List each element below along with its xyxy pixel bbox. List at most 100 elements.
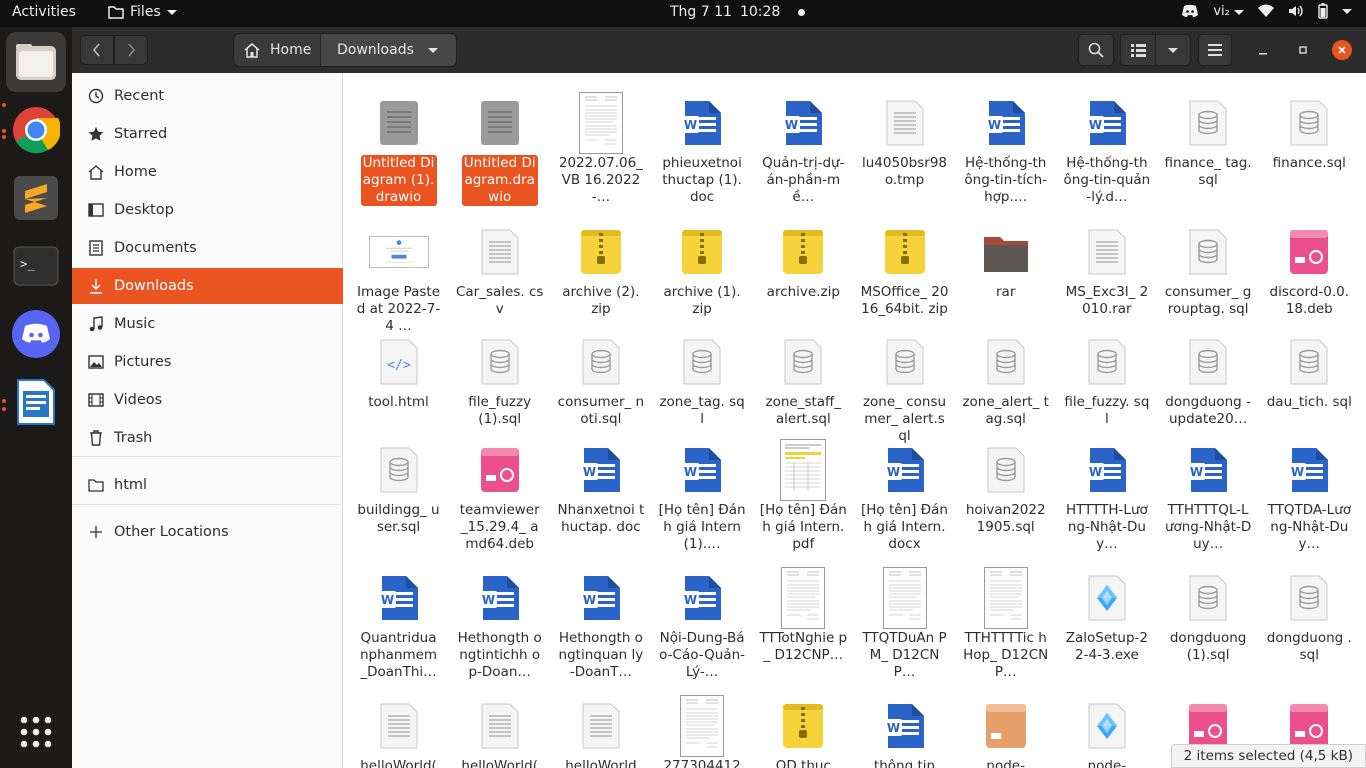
file-item-consumer-grouptag-sql[interactable]: consumer_ grouptag. sql <box>1158 220 1259 318</box>
file-item-finance-sql[interactable]: finance.sql <box>1259 91 1360 172</box>
file-item-helloworld[interactable]: helloWorld( <box>348 694 449 768</box>
sidebar-item-desktop[interactable]: Desktop <box>72 192 343 228</box>
file-name: teamviewer _15.29.4_ amd64.deb <box>459 502 540 552</box>
system-menu-chevron-icon[interactable] <box>1342 8 1352 14</box>
file-item-image-pasted-at-2022-7-4[interactable]: Image Pasted at 2022-7-4 … <box>348 220 449 335</box>
dock-chrome[interactable] <box>6 100 66 160</box>
minimize-button[interactable] <box>1253 40 1273 60</box>
discord-tray-icon[interactable] <box>1181 4 1199 18</box>
forward-button[interactable] <box>114 35 148 65</box>
dock-sublime[interactable] <box>6 168 66 228</box>
file-item-untitled-diagram-drawio[interactable]: Untitled Diagram.drawio <box>449 91 550 206</box>
html-file-icon: </> <box>369 330 429 394</box>
app-menu[interactable]: Files <box>108 4 177 20</box>
file-item-untitled-diagram-1-drawio[interactable]: Untitled Diagram (1).drawio <box>348 91 449 206</box>
file-item-ttqtda-l-ng-nh-t-duy[interactable]: W TTQTDA-Lương-Nhật-Duy… <box>1259 438 1360 553</box>
file-item-th-ng-tin[interactable]: Wthông tin <box>854 694 955 768</box>
activities-button[interactable]: Activities <box>12 4 76 20</box>
dock-libreoffice-writer[interactable] <box>6 372 66 432</box>
file-item-rar[interactable]: rar <box>955 220 1056 301</box>
file-item-dongduong-1-sql[interactable]: dongduong (1).sql <box>1158 566 1259 664</box>
file-item-h-t-n-nh-gi-intern-1[interactable]: W [Họ tên] Đánh giá Intern(1).… <box>652 438 753 553</box>
file-item-msoffice-2016-64bit-zip[interactable]: MSOffice_ 2016_64bit. zip <box>854 220 955 318</box>
file-item-node[interactable]: node- <box>1056 694 1157 768</box>
file-item-teamviewer-15-29-4-amd64-deb[interactable]: teamviewer _15.29.4_ amd64.deb <box>449 438 550 553</box>
file-item-helloworld[interactable]: helloWorld <box>550 694 651 768</box>
file-item-hoivan2022-1905-sql[interactable]: hoivan2022 1905.sql <box>955 438 1056 536</box>
path-home-button[interactable]: Home <box>234 34 320 66</box>
file-item-277304412[interactable]: 277304412 <box>652 694 753 768</box>
file-item-zone-consumer-alert-sql[interactable]: zone_ consumer_ alert.sql <box>854 330 955 445</box>
file-item-archive-zip[interactable]: archive.zip <box>753 220 854 301</box>
file-item-hethongth-ongtintichh-op-doan[interactable]: W Hethongth ongtintichh op-Doan… <box>449 566 550 681</box>
dock-discord[interactable] <box>6 304 66 364</box>
file-item-archive-1-zip[interactable]: archive (1). zip <box>652 220 753 318</box>
sidebar-item-starred[interactable]: Starred <box>72 116 343 152</box>
maximize-button[interactable] <box>1293 40 1313 60</box>
input-method-label[interactable]: vi₂ <box>1213 4 1244 19</box>
sidebar-item-pictures[interactable]: Pictures <box>72 344 343 380</box>
file-item-tthttttic-hhop-d12cnp[interactable]: TTHTTTTic hHop_ D12CNP… <box>955 566 1056 681</box>
file-item-zone-staff-alert-sql[interactable]: zone_staff_ alert.sql <box>753 330 854 428</box>
file-item-tthtttql-l-ng-nh-t-duy[interactable]: W TTHTTTQL-Lương-Nhật-Duy… <box>1158 438 1259 553</box>
view-options-button[interactable] <box>1155 34 1191 66</box>
file-item-n-i-dung-b-o-c-o-qu-n-l[interactable]: W Nội-Dung-Báo-Cáo-Quản-Lý-… <box>652 566 753 681</box>
file-item-h-th-ng-th-ng-tin-t-ch-h-p[interactable]: W Hệ-thống-thông-tin-tích-hợp.… <box>955 91 1056 206</box>
file-item-buildingg-user-sql[interactable]: buildingg_ user.sql <box>348 438 449 536</box>
wifi-icon[interactable] <box>1258 4 1274 18</box>
main-menu-button[interactable] <box>1198 34 1232 66</box>
file-item-archive-2-zip[interactable]: archive (2). zip <box>550 220 651 318</box>
sidebar-item-trash[interactable]: Trash <box>72 420 343 456</box>
file-item-h-t-n-nh-gi-intern-docx[interactable]: W [Họ tên] Đánh giá Intern.docx <box>854 438 955 553</box>
dock-files[interactable] <box>6 32 66 92</box>
file-item-helloworld[interactable]: helloWorld( <box>449 694 550 768</box>
file-item-h-th-ng-th-ng-tin-qu-n-l-d[interactable]: W Hệ-thống-thông-tin-quản-lý.d… <box>1056 91 1157 206</box>
battery-icon[interactable] <box>1318 3 1328 19</box>
sidebar-item-home[interactable]: Home <box>72 154 343 190</box>
file-item-node[interactable]: node- <box>955 694 1056 768</box>
file-item-htttth-l-ng-nh-t-duy[interactable]: W HTTTTH-Lương-Nhật-Duy… <box>1056 438 1157 553</box>
sidebar-item-downloads[interactable]: Downloads <box>72 268 343 304</box>
file-item-tool-html[interactable]: </> tool.html <box>348 330 449 411</box>
sidebar-item-videos[interactable]: Videos <box>72 382 343 418</box>
file-item-zone-alert-tag-sql[interactable]: zone_alert_ tag.sql <box>955 330 1056 428</box>
dock-terminal[interactable]: >_ <box>6 236 66 296</box>
sidebar-item-html[interactable]: html <box>72 467 343 503</box>
file-item-lu4050bsr98o-tmp[interactable]: lu4050bsr98o.tmp <box>854 91 955 189</box>
show-apps-button[interactable] <box>6 702 66 762</box>
file-item-hethongth-ongtinquan-ly-doant[interactable]: W Hethongth ongtinquan ly-DoanT… <box>550 566 651 681</box>
file-item-zone-tag-sql[interactable]: zone_tag. sql <box>652 330 753 428</box>
file-item-quantridua-nphanmem-doanthi[interactable]: W Quantridua nphanmem _DoanThi… <box>348 566 449 681</box>
file-item-dongduong-update20[interactable]: dongduong - update20… <box>1158 330 1259 428</box>
sidebar-item-documents[interactable]: Documents <box>72 230 343 266</box>
view-list-button[interactable] <box>1120 34 1156 66</box>
file-item-2022-07-06-vb-16-2022[interactable]: 2022.07.06_VB 16.2022-… <box>550 91 651 206</box>
file-item-ms-exc3l-2010-rar[interactable]: MS_Exc3l_ 2010.rar <box>1056 220 1157 318</box>
file-item-ttqtduan-pm-d12cnp[interactable]: TTQTDuAn PM_ D12CNP… <box>854 566 955 681</box>
search-button[interactable] <box>1078 34 1114 66</box>
file-item-h-t-n-nh-gi-intern-pdf[interactable]: [Họ tên] Đánh giá Intern.pdf <box>753 438 854 553</box>
file-item-phieuxetnoi-thuctap-1-doc[interactable]: Wphieuxetnoi thuctap (1).doc <box>652 91 753 206</box>
file-item-file-fuzzy-1-sql[interactable]: file_fuzzy (1).sql <box>449 330 550 428</box>
file-item-qd-thuc[interactable]: QD thuc <box>753 694 854 768</box>
sidebar-item-recent[interactable]: Recent <box>72 78 343 114</box>
system-tray[interactable]: vi₂ <box>1181 3 1352 19</box>
file-item-finance-tag-sql[interactable]: finance_ tag.sql <box>1158 91 1259 189</box>
path-downloads-button[interactable]: Downloads <box>321 34 456 66</box>
file-item-zalosetup-22-4-3-exe[interactable]: ZaloSetup-22-4-3.exe <box>1056 566 1157 664</box>
sidebar-item-other-locations[interactable]: Other Locations <box>72 514 343 550</box>
file-item-consumer-noti-sql[interactable]: consumer_ noti.sql <box>550 330 651 428</box>
file-item-tttotnghie-p-d12cnp[interactable]: TTTotNghie p_ D12CNP… <box>753 566 854 664</box>
file-item-nhanxetnoi-thuctap-doc[interactable]: W Nhanxetnoi thuctap. doc <box>550 438 651 536</box>
volume-icon[interactable] <box>1288 4 1304 18</box>
file-item-file-fuzzy-sql[interactable]: file_fuzzy. sql <box>1056 330 1157 428</box>
file-item-car-sales-csv[interactable]: Car_sales. csv <box>449 220 550 318</box>
file-item-qu-n-tr-d-n-ph-n-m[interactable]: W Quản-trị-dự-án-phần-mề… <box>753 91 854 206</box>
close-button[interactable] <box>1332 40 1352 60</box>
file-item-discord-0-0-18-deb[interactable]: discord-0.0.18.deb <box>1259 220 1360 318</box>
file-item-dongduong-sql[interactable]: dongduong .sql <box>1259 566 1360 664</box>
back-button[interactable] <box>80 35 114 65</box>
clock[interactable]: Thg 7 11 10:28 <box>670 4 806 20</box>
sidebar-item-music[interactable]: Music <box>72 306 343 342</box>
file-item-dau-tich-sql[interactable]: dau_tich. sql <box>1259 330 1360 411</box>
